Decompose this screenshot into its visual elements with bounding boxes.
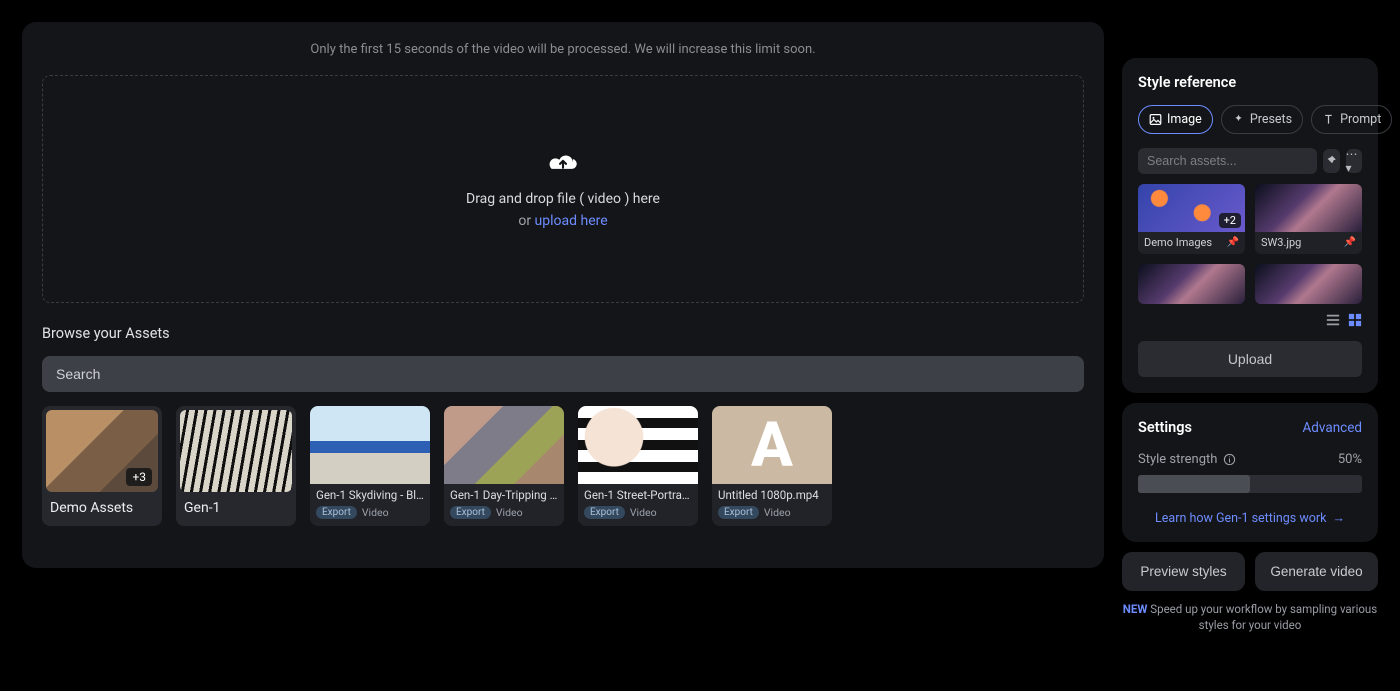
info-icon[interactable] <box>1223 453 1236 466</box>
clip-meta-row: Export Video <box>316 506 424 519</box>
prompt-icon <box>1322 113 1335 126</box>
tab-presets-label: Presets <box>1250 112 1292 127</box>
video-dropzone[interactable]: Drag and drop file ( video ) here or upl… <box>42 75 1084 303</box>
settings-header: Settings Advanced <box>1138 419 1362 436</box>
asset-search-input[interactable] <box>42 356 1084 392</box>
main-panel: Only the first 15 seconds of the video w… <box>22 22 1104 568</box>
style-strength-value: 50% <box>1338 452 1362 467</box>
clip-type-badge: Export <box>584 506 625 519</box>
ref-thumb <box>1255 264 1362 304</box>
asset-clip[interactable]: Gen-1 Day-Tripping - W... Export Video <box>444 406 564 526</box>
action-row: Preview styles Generate video <box>1122 552 1378 591</box>
tab-prompt-label: Prompt <box>1340 112 1381 127</box>
clip-meta-row: Export Video <box>718 506 826 519</box>
clip-kind: Video <box>496 506 523 519</box>
ref-extra-count: +2 <box>1219 213 1241 228</box>
asset-folder-demo[interactable]: +3 Demo Assets <box>42 406 162 526</box>
clip-title: Untitled 1080p.mp4 <box>718 488 826 502</box>
ref-asset-label: SW3.jpg <box>1261 236 1301 249</box>
clip-meta-row: Export Video <box>450 506 558 519</box>
ref-upload-button[interactable]: Upload <box>1138 341 1362 377</box>
tip-text: Speed up your workflow by sampling vario… <box>1150 602 1377 632</box>
clip-type-badge: Export <box>718 506 759 519</box>
ref-asset-item[interactable] <box>1138 264 1245 304</box>
clip-title: Gen-1 Street-Portrait - ... <box>584 488 692 502</box>
tab-image[interactable]: Image <box>1138 105 1213 134</box>
style-reference-title: Style reference <box>1138 74 1362 91</box>
generate-video-button[interactable]: Generate video <box>1255 552 1378 591</box>
tab-image-label: Image <box>1167 112 1202 127</box>
clip-kind: Video <box>362 506 389 519</box>
folder-thumb <box>180 410 292 492</box>
ref-asset-grid: +2 Demo Images 📌 SW3.jpg 📌 <box>1138 184 1362 304</box>
folder-extra-count: +3 <box>126 468 152 486</box>
settings-title: Settings <box>1138 419 1192 436</box>
folder-title: Gen-1 <box>184 500 288 516</box>
clip-type-badge: Export <box>450 506 491 519</box>
pin-icon: 📌 <box>1344 237 1356 248</box>
processing-notice: Only the first 15 seconds of the video w… <box>42 42 1084 57</box>
style-tabs: Image Presets Prompt <box>1138 105 1362 134</box>
ref-asset-label: Demo Images <box>1144 236 1212 249</box>
clip-type-badge: Export <box>316 506 357 519</box>
gen1-help-link[interactable]: Learn how Gen-1 settings work → <box>1138 511 1362 526</box>
clip-thumb <box>712 406 832 484</box>
asset-folder-gen1[interactable]: Gen-1 <box>176 406 296 526</box>
clip-title: Gen-1 Day-Tripping - W... <box>450 488 558 502</box>
grid-view-icon[interactable] <box>1348 312 1362 331</box>
ref-thumb: +2 <box>1138 184 1245 232</box>
clip-thumb <box>444 406 564 484</box>
right-column: Style reference Image Presets Prompt ⋯▾ <box>1122 58 1378 669</box>
or-word: or <box>518 213 531 229</box>
workflow-tip: NEW Speed up your workflow by sampling v… <box>1122 601 1378 633</box>
more-icon: ⋯▾ <box>1346 147 1363 175</box>
preview-styles-button[interactable]: Preview styles <box>1122 552 1245 591</box>
ref-thumb <box>1138 264 1245 304</box>
pin-icon <box>1325 155 1337 167</box>
ref-asset-item[interactable] <box>1255 264 1362 304</box>
tip-new-badge: NEW <box>1123 602 1148 616</box>
folder-title: Demo Assets <box>50 500 154 516</box>
clip-title: Gen-1 Skydiving - Blue ... <box>316 488 424 502</box>
ref-more-filter[interactable]: ⋯▾ <box>1346 149 1363 173</box>
image-icon <box>1149 113 1162 126</box>
dropzone-or-line: or upload here <box>518 213 607 229</box>
asset-clip[interactable]: Untitled 1080p.mp4 Export Video <box>712 406 832 526</box>
view-toggle <box>1138 312 1362 331</box>
upload-here-link[interactable]: upload here <box>535 213 608 229</box>
ref-search-row: ⋯▾ <box>1138 148 1362 174</box>
presets-icon <box>1232 113 1245 126</box>
slider-fill <box>1138 475 1250 493</box>
style-strength-label: Style strength <box>1138 452 1217 467</box>
asset-row: +3 Demo Assets Gen-1 Gen-1 Skydiving - B… <box>42 406 1084 526</box>
tab-presets[interactable]: Presets <box>1221 105 1303 134</box>
clip-kind: Video <box>764 506 791 519</box>
ref-asset-item[interactable]: SW3.jpg 📌 <box>1255 184 1362 254</box>
clip-thumb <box>310 406 430 484</box>
clip-meta-row: Export Video <box>584 506 692 519</box>
style-strength-row: Style strength 50% <box>1138 452 1362 467</box>
ref-pin-filter[interactable] <box>1323 149 1340 173</box>
clip-kind: Video <box>630 506 657 519</box>
dropzone-text: Drag and drop file ( video ) here <box>466 191 660 207</box>
help-text: Learn how Gen-1 settings work <box>1155 511 1326 526</box>
ref-thumb <box>1255 184 1362 232</box>
browse-assets-header: Browse your Assets <box>42 325 1084 342</box>
tab-prompt[interactable]: Prompt <box>1311 105 1392 134</box>
style-strength-slider[interactable] <box>1138 475 1362 493</box>
advanced-link[interactable]: Advanced <box>1303 420 1363 436</box>
style-reference-panel: Style reference Image Presets Prompt ⋯▾ <box>1122 58 1378 393</box>
clip-thumb <box>578 406 698 484</box>
list-view-icon[interactable] <box>1326 312 1340 331</box>
arrow-right-icon: → <box>1332 511 1345 526</box>
folder-thumb: +3 <box>46 410 158 492</box>
asset-clip[interactable]: Gen-1 Skydiving - Blue ... Export Video <box>310 406 430 526</box>
upload-cloud-icon <box>546 149 580 175</box>
asset-clip[interactable]: Gen-1 Street-Portrait - ... Export Video <box>578 406 698 526</box>
settings-panel: Settings Advanced Style strength 50% Lea… <box>1122 403 1378 542</box>
ref-asset-item[interactable]: +2 Demo Images 📌 <box>1138 184 1245 254</box>
pin-icon: 📌 <box>1227 237 1239 248</box>
ref-search-input[interactable] <box>1138 148 1317 174</box>
